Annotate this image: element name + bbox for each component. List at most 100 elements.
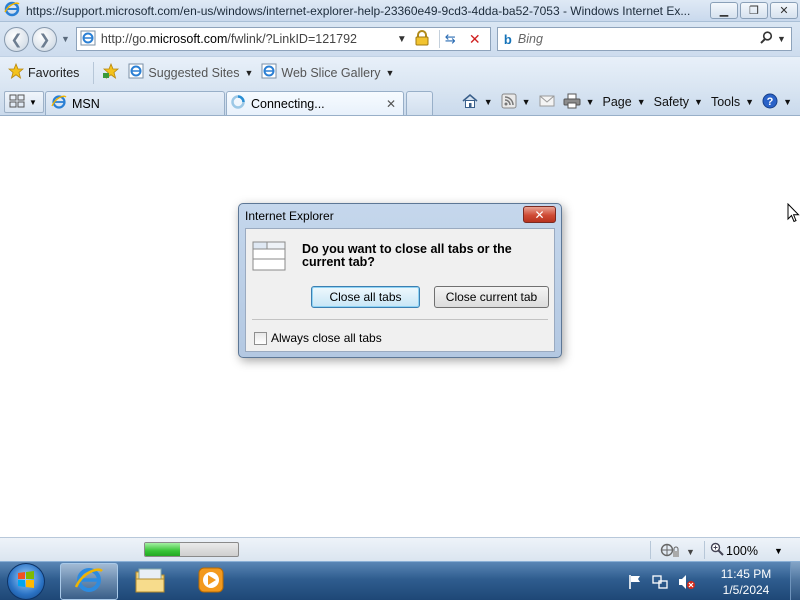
restore-button[interactable]: ❐ <box>740 2 768 19</box>
page-menu[interactable]: Page ▼ <box>602 95 645 109</box>
suggested-sites-link[interactable]: Suggested Sites ▼ <box>124 62 257 84</box>
favorites-star-icon <box>7 62 25 82</box>
chevron-down-icon[interactable]: ▼ <box>522 97 531 107</box>
search-box[interactable]: b Bing ▼ <box>496 27 792 51</box>
add-favorite-icon <box>102 62 120 82</box>
clock-time: 11:45 PM <box>720 566 772 581</box>
clock[interactable]: 11:45 PM 1/5/2024 <box>706 566 786 598</box>
action-center-flag-icon[interactable] <box>628 574 642 590</box>
printer-icon <box>563 93 581 112</box>
restore-icon: ❐ <box>749 5 759 17</box>
back-button[interactable]: ❮ <box>4 26 29 52</box>
chevron-down-icon[interactable]: ▼ <box>774 546 783 556</box>
chevron-down-icon: ▼ <box>694 97 703 107</box>
chevron-down-icon[interactable]: ▼ <box>484 97 493 107</box>
svg-text:?: ? <box>767 96 774 108</box>
address-separator <box>438 30 440 48</box>
help-button[interactable]: ? ▼ <box>762 93 792 112</box>
url-prefix: http://go. <box>100 32 150 46</box>
url-text[interactable]: http://go.microsoft.com/fwlink/?LinkID=1… <box>101 32 357 46</box>
safety-menu[interactable]: Safety ▼ <box>654 95 703 109</box>
dialog-separator <box>252 319 548 320</box>
always-close-checkbox[interactable]: Always close all tabs <box>254 331 382 345</box>
dialog-body: Do you want to close all tabs or the cur… <box>245 228 555 352</box>
quick-tabs-grid-icon <box>9 94 25 111</box>
feeds-button[interactable]: ▼ <box>501 93 531 112</box>
checkbox-box[interactable] <box>254 331 267 345</box>
close-icon: ✕ <box>534 207 545 222</box>
chevron-down-icon[interactable]: ▼ <box>586 97 595 107</box>
checkbox-label: Always close all tabs <box>271 331 382 345</box>
status-separator <box>650 541 651 559</box>
progress-fill <box>145 543 181 556</box>
show-desktop-button[interactable] <box>790 562 800 600</box>
tab-label: Connecting... <box>251 96 325 111</box>
windows-logo-icon <box>16 570 36 593</box>
favorites-button[interactable]: Favorites <box>4 62 83 84</box>
title-bar: https://support.microsoft.com/en-us/wind… <box>0 0 800 22</box>
taskbar-media-player[interactable] <box>182 563 240 600</box>
refresh-icon[interactable]: ⇆ <box>445 31 456 47</box>
minimize-button[interactable]: ▁ <box>710 2 738 19</box>
window-title: https://support.microsoft.com/en-us/wind… <box>26 3 691 18</box>
favorites-bar: Favorites Suggested Sites ▼ Web Slice Ga… <box>0 56 800 88</box>
address-field[interactable]: http://go.microsoft.com/fwlink/?LinkID=1… <box>75 27 491 51</box>
search-icon[interactable] <box>760 31 773 47</box>
new-tab-button[interactable] <box>406 91 433 115</box>
network-icon[interactable] <box>652 574 668 590</box>
chevron-down-icon: ▼ <box>244 67 254 78</box>
read-mail-button[interactable] <box>539 94 555 111</box>
clock-date: 1/5/2024 <box>722 582 770 597</box>
web-slice-gallery-label: Web Slice Gallery <box>281 65 381 80</box>
media-player-icon <box>197 566 225 597</box>
web-slice-gallery-link[interactable]: Web Slice Gallery ▼ <box>257 62 398 84</box>
close-current-tab-button[interactable]: Close current tab <box>434 286 549 308</box>
dialog-close-button[interactable]: ✕ <box>523 206 556 223</box>
msn-tab-ie-icon <box>51 94 67 113</box>
page-menu-label: Page <box>602 95 632 109</box>
internet-explorer-icon <box>74 565 104 598</box>
status-bar: ▼ 100% ▼ <box>0 537 800 561</box>
print-button[interactable]: ▼ <box>563 93 595 112</box>
search-placeholder: Bing <box>517 32 543 46</box>
chevron-down-icon: ▼ <box>636 97 646 107</box>
zone-dropdown-icon: ▼ <box>686 546 695 557</box>
tab-list-dropdown[interactable]: ▼ <box>29 98 37 107</box>
taskbar: 11:45 PM 1/5/2024 <box>0 561 800 600</box>
search-options-dropdown[interactable]: ▼ <box>777 34 786 44</box>
page-ie-icon <box>80 30 96 49</box>
stop-icon[interactable]: ✕ <box>469 31 481 48</box>
lock-icon[interactable] <box>415 29 429 49</box>
close-all-tabs-button[interactable]: Close all tabs <box>311 286 420 308</box>
status-separator <box>704 541 705 559</box>
taskbar-windows-explorer[interactable] <box>121 563 179 600</box>
close-tabs-dialog: Internet Explorer ✕ Do you want to close… <box>238 203 562 358</box>
tools-menu[interactable]: Tools ▼ <box>711 95 754 109</box>
volume-muted-icon[interactable] <box>678 574 696 590</box>
dialog-title: Internet Explorer <box>245 209 334 223</box>
favorites-label: Favorites <box>28 65 80 80</box>
address-dropdown-icon[interactable]: ▼ <box>397 34 407 45</box>
protected-mode-zone[interactable]: ▼ <box>660 542 695 561</box>
quick-tabs-button[interactable]: ▼ <box>4 91 44 113</box>
start-button[interactable] <box>7 563 45 600</box>
zoom-control[interactable]: 100% ▼ <box>710 542 783 559</box>
tab-bar: ▼ MSN Connecting... ✕ ▼ ▼ ▼ Page ▼ Safet… <box>0 88 800 116</box>
close-window-button[interactable]: ✕ <box>770 2 798 19</box>
safety-menu-label: Safety <box>653 95 690 109</box>
favorites-divider <box>93 61 95 84</box>
taskbar-internet-explorer[interactable] <box>60 563 118 600</box>
url-suffix: /fwlink/?LinkID=121792 <box>227 32 357 46</box>
ie-logo-icon <box>4 1 20 20</box>
chevron-down-icon: ▼ <box>745 97 755 107</box>
home-button[interactable]: ▼ <box>461 93 493 112</box>
recent-pages-dropdown[interactable]: ▼ <box>61 34 70 44</box>
add-to-favorites-bar-button[interactable] <box>98 62 124 84</box>
page-load-progress-bar <box>144 542 239 557</box>
close-tab-icon[interactable]: ✕ <box>386 97 396 111</box>
tab-msn[interactable]: MSN <box>45 91 225 115</box>
tab-connecting[interactable]: Connecting... ✕ <box>226 91 404 115</box>
back-arrow-icon: ❮ <box>10 30 23 47</box>
forward-button[interactable]: ❯ <box>32 26 57 52</box>
command-bar: ▼ ▼ ▼ Page ▼ Safety ▼ Tools ▼ ? ▼ <box>461 91 800 113</box>
